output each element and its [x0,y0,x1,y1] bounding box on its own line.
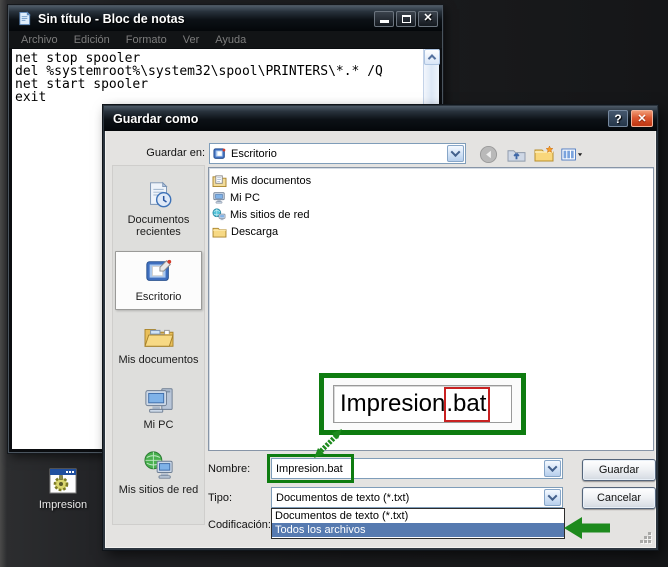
menu-archivo[interactable]: Archivo [21,34,58,46]
magnified-filename-field: Impresion .bat [333,385,512,423]
place-network[interactable]: Mis sitios de red [115,444,202,503]
notepad-titlebar[interactable]: Sin título - Bloc de notas ✕ [9,6,442,31]
place-my-computer[interactable]: Mi PC [115,379,202,438]
magnified-extension-highlight: .bat [444,386,491,422]
chevron-down-icon [547,491,558,502]
desktop-location-icon [213,147,226,159]
diagonal-arrow-annotation [314,429,342,458]
filetype-dropdown-button[interactable] [544,489,561,506]
network-places-icon [143,451,173,479]
file-item-mis-sitios-de-red[interactable]: Mis sitios de red [212,206,653,223]
menu-formato[interactable]: Formato [126,34,167,46]
desktop-icon-impresion[interactable]: Impresion [34,468,92,511]
magnified-filename-annotation: Impresion .bat [319,373,526,435]
file-item-label: Descarga [231,225,279,238]
type-label: Tipo: [208,492,233,504]
computer-icon [213,192,225,204]
file-item-label: Mis documentos [231,174,312,187]
dialog-toolbar [477,143,583,165]
menu-edicion[interactable]: Edición [74,34,110,46]
minimize-icon [379,20,389,23]
chevron-down-icon [450,147,461,158]
batch-file-icon [49,468,77,494]
folder-up-icon [507,149,525,162]
my-computer-icon [144,388,173,413]
up-one-level-button[interactable] [505,143,527,165]
desktop-icon-label: Impresion [38,499,88,511]
scroll-up-button[interactable] [424,49,440,65]
back-icon [479,145,497,163]
filetype-value: Documentos de texto (*.txt) [276,491,410,504]
file-item-mi-pc[interactable]: Mi PC [212,189,653,206]
minimize-button[interactable] [374,10,394,27]
close-button[interactable]: ✕ [418,10,438,27]
place-recent-documents[interactable]: Documentos recientes [115,174,202,245]
magnified-name-text: Impresion [340,390,446,417]
cancel-button[interactable]: Cancelar [582,487,656,509]
desktop-place-icon [145,259,171,281]
chevron-up-icon [427,54,437,63]
file-item-label: Mis sitios de red [230,208,310,221]
dropdown-option-all-files[interactable]: Todos los archivos [272,523,564,537]
save-as-dialog: Guardar como ? ✕ Guardar en: Escritorio [103,105,658,550]
place-label: Mi PC [143,419,174,431]
save-in-dropdown-button[interactable] [447,145,464,162]
resize-grip[interactable] [640,532,653,545]
file-item-label: Mi PC [230,191,260,204]
views-icon [561,148,583,160]
back-button[interactable] [477,143,499,165]
save-in-combobox[interactable]: Escritorio [209,143,466,164]
dialog-close-button[interactable]: ✕ [631,110,653,127]
help-button[interactable]: ? [608,110,628,127]
filename-dropdown-button[interactable] [544,460,561,477]
place-label: Mis sitios de red [118,484,199,496]
filetype-dropdown-list: Documentos de texto (*.txt) Todos los ar… [271,508,565,539]
dropdown-option-txt[interactable]: Documentos de texto (*.txt) [272,509,564,523]
chevron-down-icon [547,462,558,473]
notepad-app-icon [19,11,31,26]
place-my-documents[interactable]: Mis documentos [115,316,202,373]
name-label: Nombre: [208,463,251,475]
place-label: Escritorio [135,291,182,303]
place-label: Documentos recientes [127,214,190,238]
file-item-descarga[interactable]: Descarga [212,223,653,240]
new-folder-icon [534,145,554,162]
save-button[interactable]: Guardar [582,459,656,481]
documents-folder-icon [212,175,227,187]
save-in-value: Escritorio [231,147,277,160]
maximize-icon [401,14,411,23]
code-line: exit [15,90,47,105]
file-item-mis-documentos[interactable]: Mis documentos [212,172,653,189]
dialog-titlebar[interactable]: Guardar como ? ✕ [104,106,657,131]
encoding-label: Codificación: [208,519,271,531]
filetype-combobox[interactable]: Documentos de texto (*.txt) [271,487,563,508]
dialog-title: Guardar como [113,111,199,126]
views-menu-button[interactable] [561,143,583,165]
left-arrow-annotation [564,517,610,539]
menu-ayuda[interactable]: Ayuda [215,34,246,46]
place-label: Mis documentos [118,354,199,366]
maximize-button[interactable] [396,10,416,27]
save-in-label: Guardar en: [146,147,205,159]
folder-icon [212,227,227,238]
notepad-title: Sin título - Bloc de notas [38,11,185,26]
places-bar: Documentos recientes Escritorio Mis docu… [112,165,205,525]
new-folder-button[interactable] [533,143,555,165]
my-documents-icon [143,329,174,347]
network-icon [212,208,226,221]
notepad-menubar: Archivo Edición Formato Ver Ayuda [9,31,442,48]
recent-documents-icon [149,181,171,208]
place-desktop[interactable]: Escritorio [115,251,202,310]
menu-ver[interactable]: Ver [183,34,200,46]
